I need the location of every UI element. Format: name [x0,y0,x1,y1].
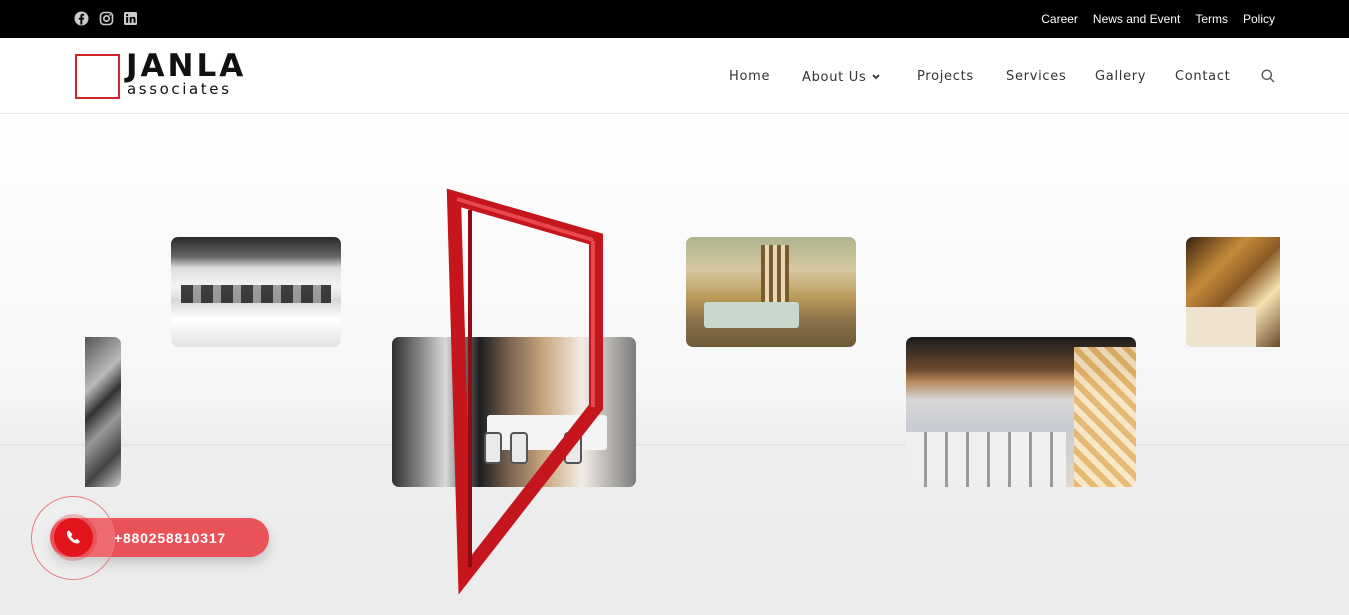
nav-services[interactable]: Services [1006,69,1066,84]
instagram-icon[interactable] [99,11,114,26]
logo-square [75,54,120,99]
chevron-down-icon [872,69,881,84]
nav-projects[interactable]: Projects [917,69,974,84]
logo-title: JANLA [126,48,247,84]
top-links: Career News and Event Terms Policy [1041,0,1275,38]
logo-subtitle: associates [127,80,232,98]
nav-gallery[interactable]: Gallery [1095,69,1146,84]
facebook-icon[interactable] [74,11,89,26]
nav-about-us[interactable]: About Us [802,69,881,85]
call-phone-number: +880258810317 [114,530,227,546]
search-icon[interactable] [1261,69,1275,83]
top-link-career[interactable]: Career [1041,12,1078,26]
top-link-news-and-event[interactable]: News and Event [1093,12,1180,26]
top-bar: Career News and Event Terms Policy [0,0,1349,38]
top-link-policy[interactable]: Policy [1243,12,1275,26]
top-link-terms[interactable]: Terms [1195,12,1228,26]
nav-home[interactable]: Home [729,69,770,84]
phone-icon[interactable] [54,518,93,557]
nav-about-us-label: About Us [802,70,867,85]
linkedin-icon[interactable] [123,11,138,26]
nav-contact[interactable]: Contact [1175,69,1230,84]
site-header: JANLA associates Home About Us Projects … [0,38,1349,114]
